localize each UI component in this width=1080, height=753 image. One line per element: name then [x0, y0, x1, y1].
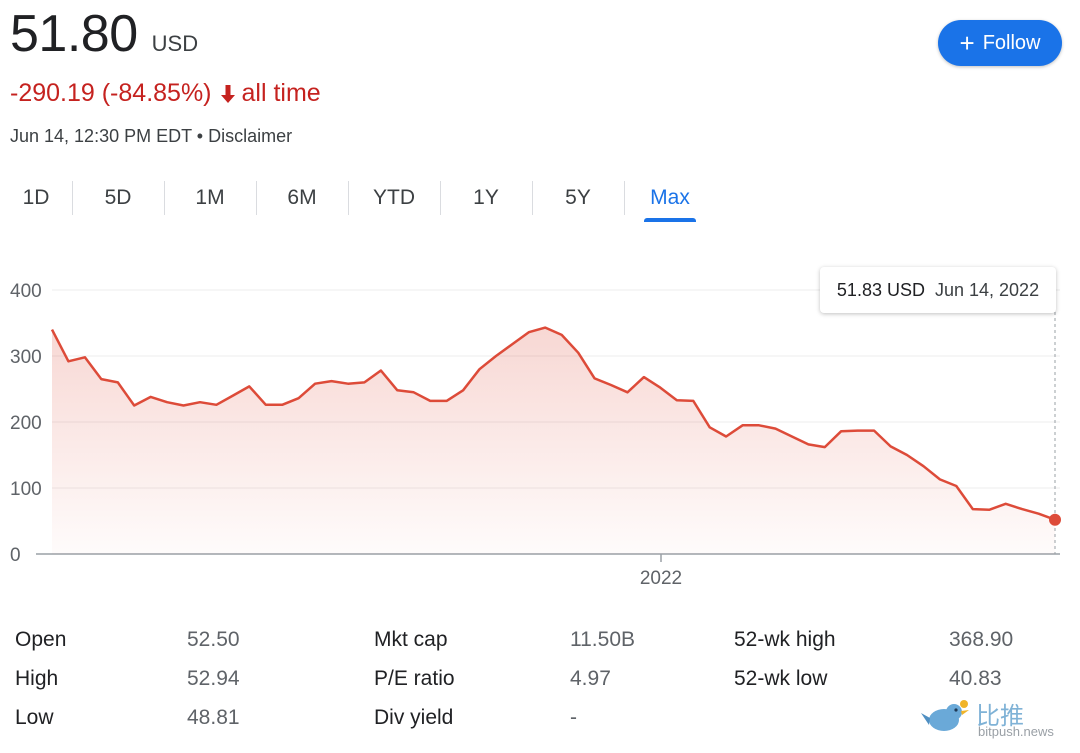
- stat-value-mkt-cap: 11.50B: [570, 628, 635, 651]
- tab-5y[interactable]: 5Y: [532, 174, 624, 222]
- price-currency: USD: [151, 31, 199, 56]
- y-tick-label: 0: [10, 545, 21, 566]
- tab-ytd[interactable]: YTD: [348, 174, 440, 222]
- stat-label-52wk-low: 52-wk low: [734, 667, 828, 690]
- tab-label: 1D: [22, 186, 50, 209]
- stat-label-low: Low: [15, 706, 54, 729]
- stat-label-high: High: [15, 667, 59, 690]
- current-price: 51.80: [10, 5, 138, 63]
- price-change: -290.19 (-84.85%): [10, 79, 212, 107]
- stat-value-div-yield: -: [570, 706, 577, 729]
- tab-5d[interactable]: 5D: [72, 174, 164, 222]
- plus-icon: +: [959, 28, 975, 58]
- watermark-url: bitpush.news: [978, 724, 1054, 739]
- stat-label-open: Open: [15, 628, 67, 651]
- tab-1d[interactable]: 1D: [0, 174, 72, 222]
- tab-label: 1Y: [473, 186, 499, 209]
- disclaimer-link[interactable]: Disclaimer: [208, 126, 292, 146]
- follow-button-label: Follow: [982, 31, 1041, 54]
- stat-label-mkt-cap: Mkt cap: [374, 628, 448, 651]
- tab-label: 6M: [287, 186, 317, 209]
- stat-value-low: 48.81: [187, 706, 240, 729]
- stat-label-div-yield: Div yield: [374, 706, 454, 729]
- tab-label: 5Y: [565, 186, 591, 209]
- tab-max[interactable]: Max: [624, 174, 716, 222]
- stat-value-pe-ratio: 4.97: [570, 667, 611, 690]
- timestamp-separator: •: [191, 126, 209, 146]
- y-tick-label: 400: [10, 281, 42, 302]
- tab-label: 1M: [195, 186, 225, 209]
- stat-value-high: 52.94: [187, 667, 240, 690]
- y-tick-label: 200: [10, 413, 42, 434]
- tooltip-value: 51.83 USD: [836, 279, 925, 300]
- tab-label: 5D: [104, 186, 132, 209]
- timestamp-row: Jun 14, 12:30 PM EDT • Disclaimer: [10, 126, 292, 147]
- tab-1y[interactable]: 1Y: [440, 174, 532, 222]
- tab-1m[interactable]: 1M: [164, 174, 256, 222]
- y-tick-label: 300: [10, 347, 42, 368]
- hover-point: [1049, 513, 1061, 526]
- x-tick-label: 2022: [640, 568, 682, 589]
- follow-button[interactable]: + Follow: [938, 20, 1062, 66]
- bird-logo-icon: [921, 700, 969, 731]
- chart-tooltip: 51.83 USD Jun 14, 2022: [820, 267, 1056, 313]
- key-stats: Open 52.50 High 52.94 Low 48.81 Mkt cap …: [15, 622, 1075, 742]
- watermark: 比推 bitpush.news: [920, 696, 1070, 741]
- stat-label-52wk-high: 52-wk high: [734, 628, 836, 651]
- tooltip-date: Jun 14, 2022: [934, 279, 1040, 300]
- tab-6m[interactable]: 6M: [256, 174, 348, 222]
- arrow-down-icon: [220, 84, 235, 103]
- stat-label-pe-ratio: P/E ratio: [374, 667, 455, 690]
- series-area: [52, 327, 1055, 554]
- stat-value-open: 52.50: [187, 628, 240, 651]
- tab-label: Max: [650, 186, 690, 209]
- stat-value-52wk-low: 40.83: [949, 667, 1002, 690]
- y-tick-label: 100: [10, 479, 42, 500]
- stat-value-52wk-high: 368.90: [949, 628, 1014, 651]
- price-change-row: -290.19 (-84.85%) all time: [10, 79, 321, 108]
- tab-label: YTD: [373, 186, 415, 209]
- quote-timestamp: Jun 14, 12:30 PM EDT: [10, 126, 192, 146]
- price-row: 51.80 USD: [10, 8, 198, 60]
- change-period: all time: [241, 79, 321, 107]
- time-range-tabs: 1D 5D 1M 6M YTD 1Y 5Y Max: [0, 174, 716, 224]
